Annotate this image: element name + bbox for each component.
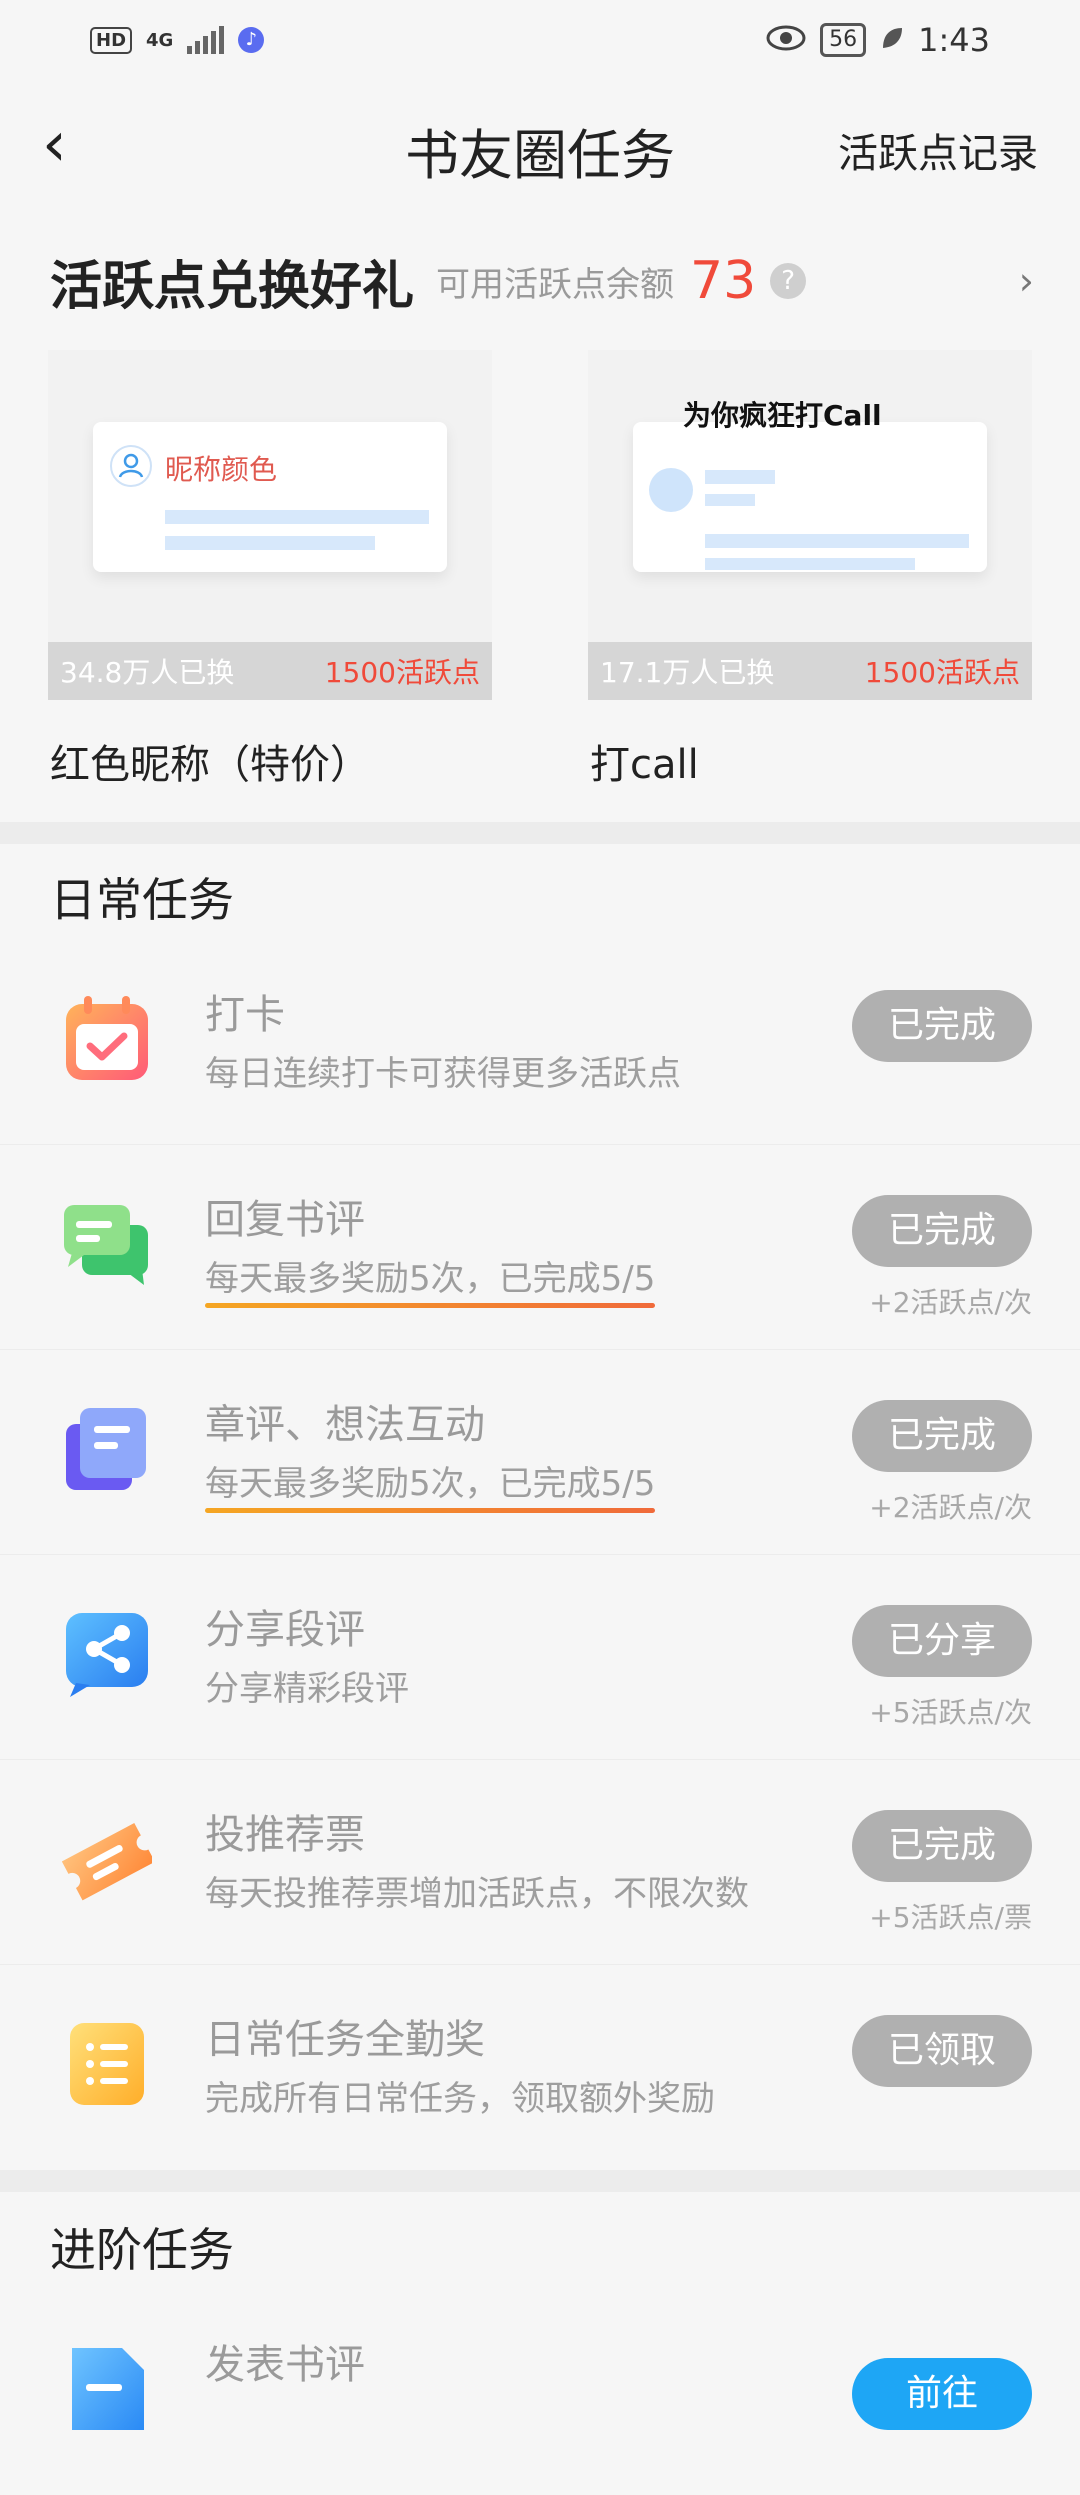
reward-footer: 34.8万人已换 1500活跃点 — [48, 642, 492, 700]
list-icon — [70, 2023, 144, 2105]
reward-preview: 昵称颜色 — [93, 422, 447, 572]
task-reward: +5活跃点/次 — [869, 1696, 1032, 1729]
network-type: 4G — [146, 29, 174, 51]
help-icon[interactable]: ? — [770, 263, 807, 299]
nav-bar: ‹ 书友圈任务 活跃点记录 — [0, 95, 1080, 205]
task-title: 章评、想法互动 — [205, 1402, 485, 1448]
ticket-icon — [62, 1822, 152, 1901]
task-reward: +5活跃点/票 — [869, 1901, 1032, 1934]
task-status-button[interactable]: 已完成 — [852, 1400, 1032, 1472]
task-desc: 完成所有日常任务，领取额外奖励 — [205, 2079, 715, 2119]
task-reply-review: 回复书评 每天最多奖励5次，已完成5/5 已完成 +2活跃点/次 — [0, 1145, 1080, 1350]
reward-price: 1500活跃点 — [864, 656, 1020, 689]
placeholder-line — [705, 494, 755, 506]
task-recommend-vote: 投推荐票 每天投推荐票增加活跃点，不限次数 已完成 +5活跃点/票 — [0, 1760, 1080, 1965]
signal-icon — [187, 26, 225, 54]
exchanged-count: 34.8万人已换 — [60, 656, 235, 689]
task-share-paragraph: 分享段评 分享精彩段评 已分享 +5活跃点/次 — [0, 1555, 1080, 1760]
leaf-icon — [880, 21, 904, 59]
placeholder-line — [165, 510, 429, 524]
task-checkin: 打卡 每日连续打卡可获得更多活跃点 已完成 — [0, 940, 1080, 1145]
balance-label: 可用活跃点余额 — [436, 264, 675, 305]
placeholder-line — [705, 558, 915, 570]
document-icon — [72, 2348, 144, 2430]
task-desc: 分享精彩段评 — [205, 1669, 409, 1709]
calendar-check-icon — [66, 996, 148, 1080]
call-banner-text: 为你疯狂打Call — [683, 399, 882, 432]
preview-text: 昵称颜色 — [165, 453, 278, 486]
reward-name[interactable]: 打call — [590, 732, 699, 790]
task-status-button[interactable]: 已完成 — [852, 990, 1032, 1062]
music-icon: ♪ — [238, 27, 265, 53]
chevron-right-icon[interactable]: › — [1019, 259, 1034, 303]
task-desc: 每天最多奖励5次，已完成5/5 — [205, 1456, 656, 1513]
hd-badge: HD — [90, 26, 133, 54]
task-title: 打卡 — [205, 992, 285, 1038]
task-status-button[interactable]: 已完成 — [852, 1810, 1032, 1882]
reward-price: 1500活跃点 — [324, 656, 480, 689]
task-status-button[interactable]: 已完成 — [852, 1195, 1032, 1267]
status-left: HD 4G ♪ — [90, 26, 265, 54]
chat-bubbles-icon — [64, 1205, 148, 1285]
task-desc: 每天投推荐票增加活跃点，不限次数 — [205, 1874, 749, 1914]
task-desc: 每日连续打卡可获得更多活跃点 — [205, 1054, 681, 1094]
task-attendance-bonus: 日常任务全勤奖 完成所有日常任务，领取额外奖励 已领取 — [0, 1965, 1080, 2170]
activity-record-link[interactable]: 活跃点记录 — [838, 121, 1038, 179]
status-bar: HD 4G ♪ 56 1:43 — [0, 0, 1080, 80]
progress-underline — [205, 1508, 656, 1513]
placeholder-line — [165, 536, 375, 550]
daily-tasks-title: 日常任务 — [50, 873, 234, 927]
placeholder-line — [705, 470, 775, 484]
task-title: 分享段评 — [205, 1607, 365, 1653]
task-status-button[interactable]: 已分享 — [852, 1605, 1032, 1677]
battery-indicator: 56 — [820, 23, 867, 57]
task-chapter-interaction: 章评、想法互动 每天最多奖励5次，已完成5/5 已完成 +2活跃点/次 — [0, 1350, 1080, 1555]
task-reward: +2活跃点/次 — [869, 1286, 1032, 1319]
avatar-placeholder — [649, 468, 693, 512]
share-icon — [66, 1613, 148, 1697]
task-title: 发表书评 — [205, 2342, 365, 2388]
placeholder-line — [705, 534, 969, 548]
reward-card-red-nickname[interactable]: 昵称颜色 34.8万人已换 1500活跃点 — [48, 350, 492, 700]
reward-footer: 17.1万人已换 1500活跃点 — [588, 642, 1032, 700]
exchange-header[interactable]: 活跃点兑换好礼 可用活跃点余额 73 ? › — [50, 250, 1040, 317]
section-divider — [0, 822, 1080, 844]
exchange-title: 活跃点兑换好礼 — [50, 256, 415, 317]
task-reward: +2活跃点/次 — [869, 1491, 1032, 1524]
reward-card-call[interactable]: 为你疯狂打Call 17.1万人已换 1500活跃点 — [588, 350, 1032, 700]
task-post-review: 发表书评 前往 — [0, 2290, 1080, 2495]
balance-value: 73 — [690, 251, 757, 311]
task-desc: 每天最多奖励5次，已完成5/5 — [205, 1251, 656, 1308]
exchanged-count: 17.1万人已换 — [600, 656, 775, 689]
task-title: 日常任务全勤奖 — [205, 2017, 485, 2063]
user-avatar-icon — [110, 445, 152, 487]
document-stack-icon — [66, 1408, 146, 1490]
reward-preview: 为你疯狂打Call — [633, 399, 987, 572]
go-button[interactable]: 前往 — [852, 2358, 1032, 2430]
section-divider — [0, 2170, 1080, 2192]
status-right: 56 1:43 — [766, 21, 990, 59]
advanced-tasks-title: 进阶任务 — [50, 2223, 234, 2277]
clock: 1:43 — [918, 21, 990, 59]
reward-name[interactable]: 红色昵称（特价） — [50, 732, 370, 790]
progress-underline — [205, 1303, 656, 1308]
task-title: 回复书评 — [205, 1197, 365, 1243]
task-status-button[interactable]: 已领取 — [852, 2015, 1032, 2087]
task-title: 投推荐票 — [205, 1812, 365, 1858]
eye-icon — [766, 21, 806, 59]
